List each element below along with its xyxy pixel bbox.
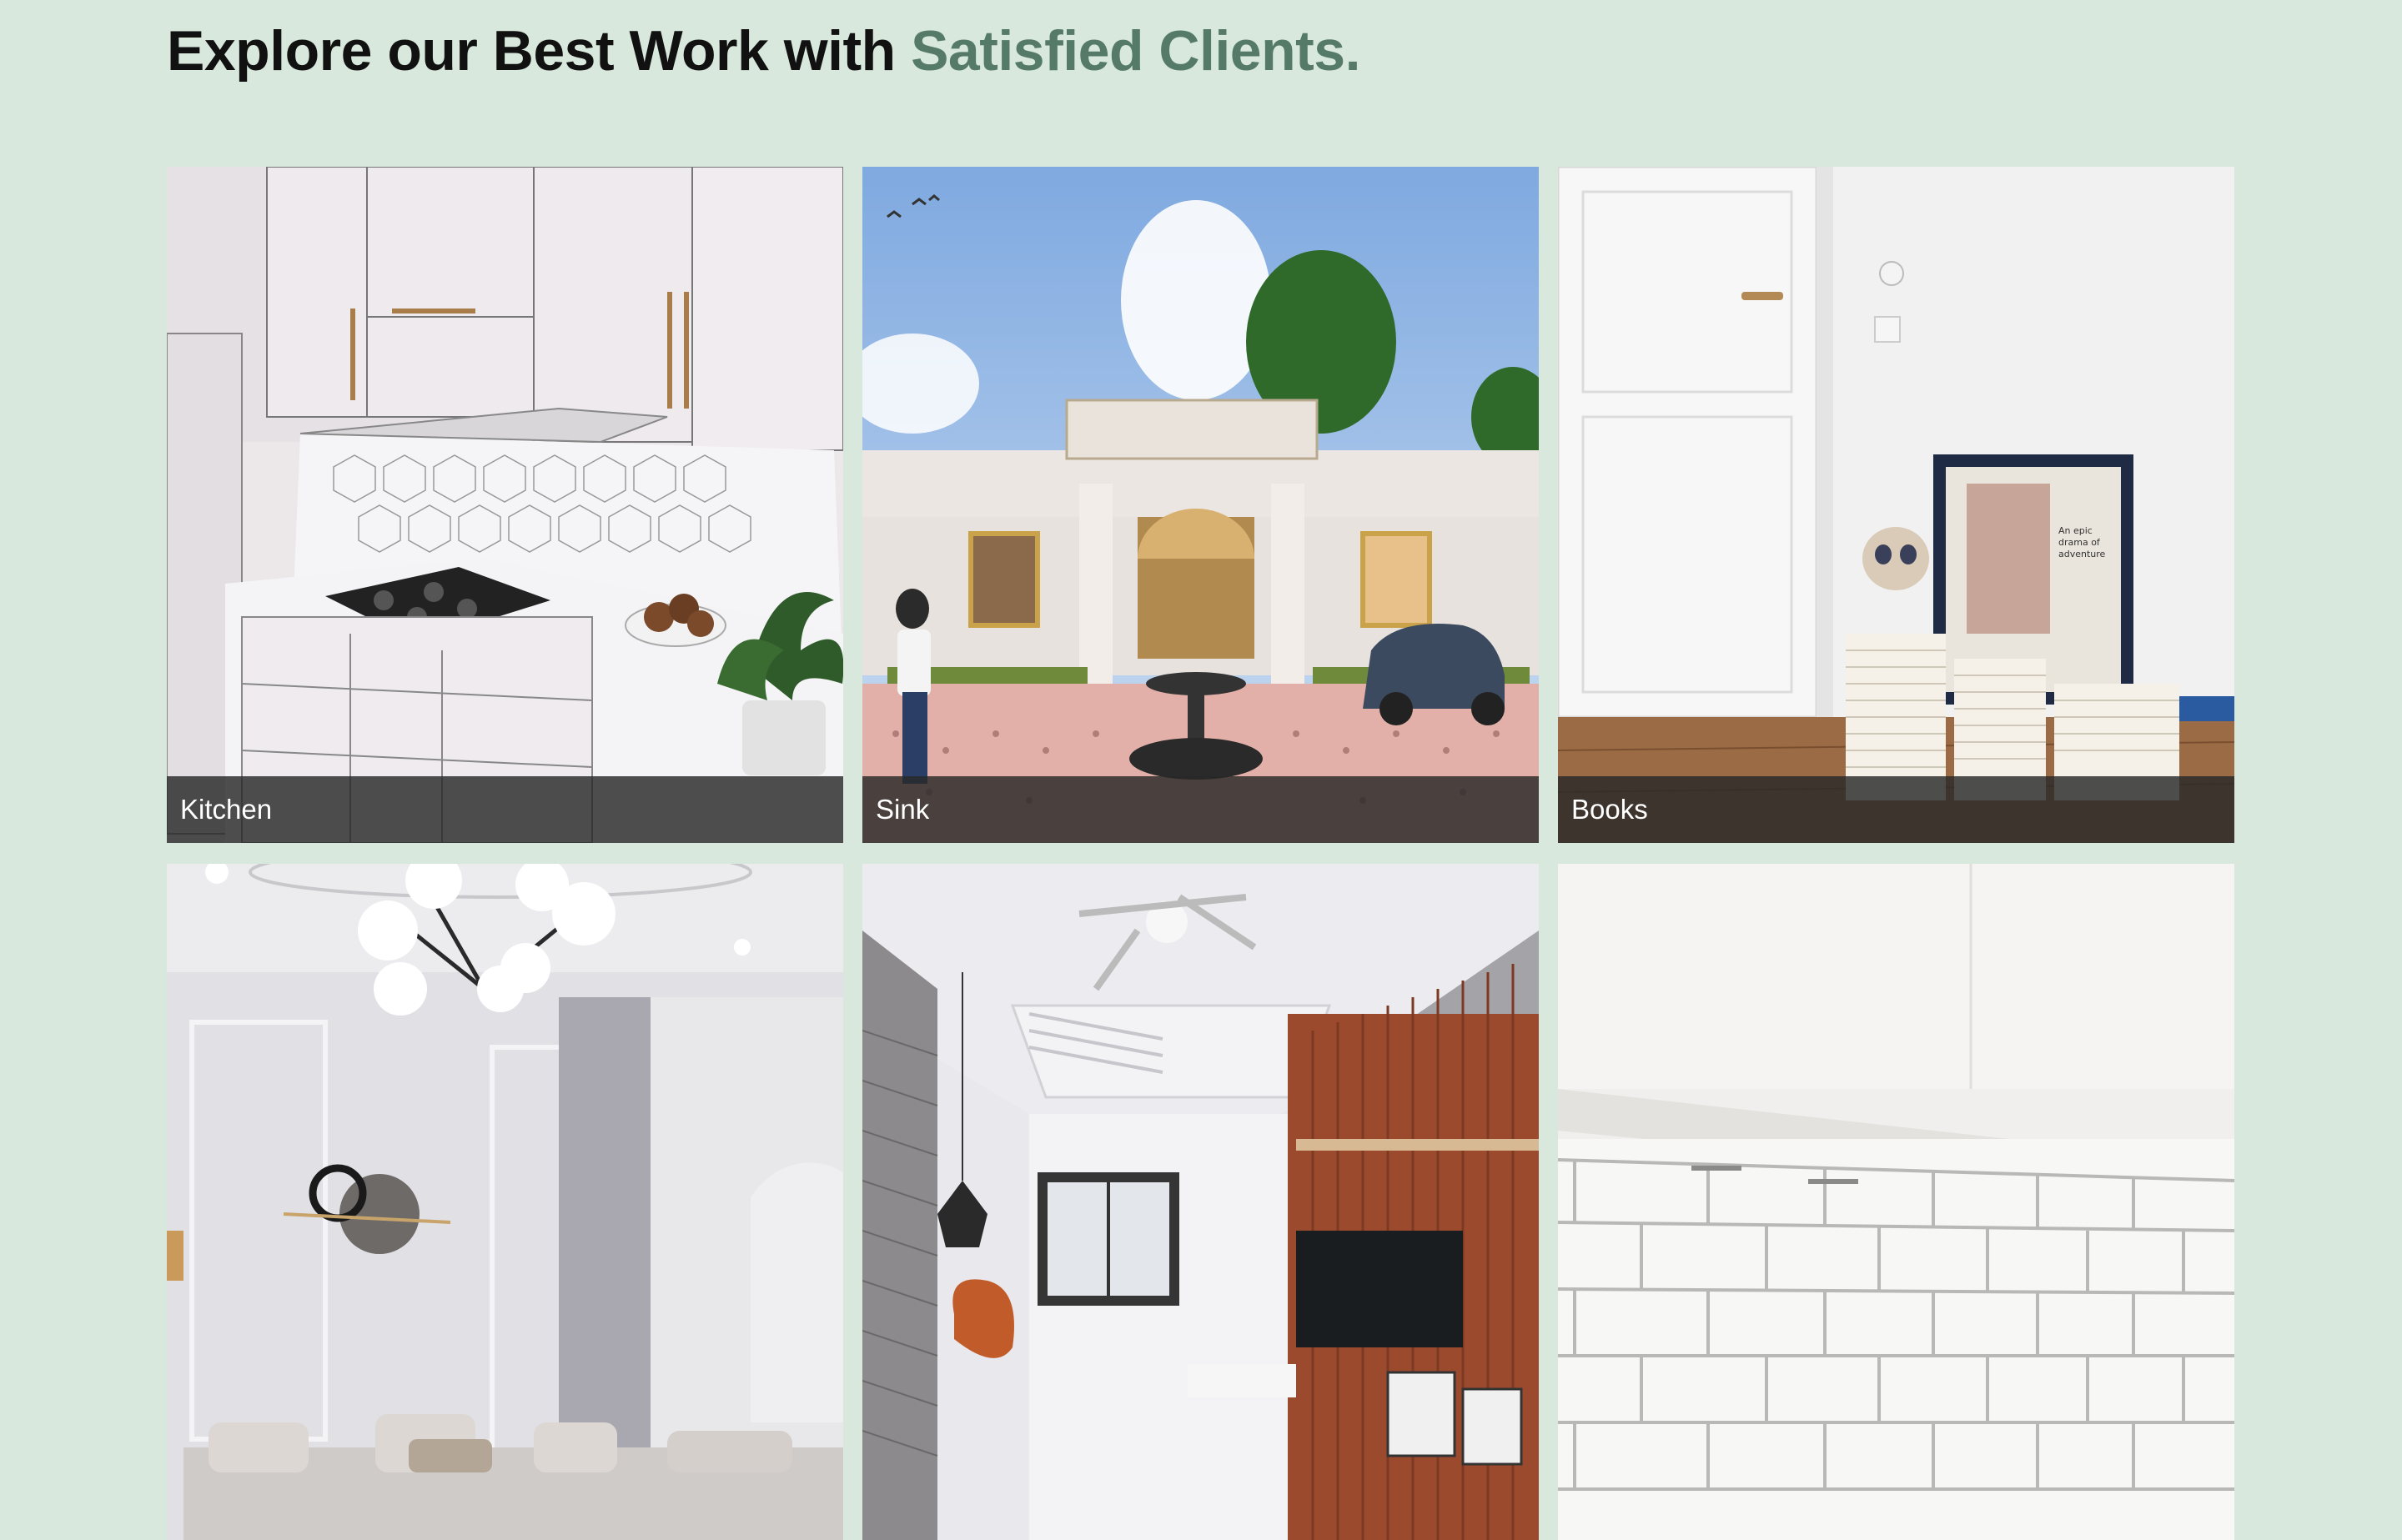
tile-caption: Kitchen (167, 776, 843, 843)
living-room-chandelier-image (167, 864, 843, 1540)
tile-caption: Sink (862, 776, 1539, 843)
tile-caption: Books (1558, 776, 2234, 843)
gallery-tile-backsplash[interactable] (1558, 864, 2234, 1540)
svg-text:An epic: An epic (2058, 525, 2093, 536)
page-title-accent: Satisfied Clients. (911, 19, 1360, 83)
project-gallery: Kitchen Sink An epic drama of adventure … (167, 167, 2235, 1540)
gallery-tile-living-room[interactable] (167, 864, 843, 1540)
svg-text:adventure: adventure (2058, 549, 2106, 559)
page-title-lead: Explore our Best Work with (167, 19, 912, 83)
gallery-tile-books[interactable]: An epic drama of adventure Books (1558, 167, 2234, 843)
bedroom-brick-wall-image (862, 864, 1539, 1540)
svg-text:drama of: drama of (2058, 537, 2101, 548)
books-by-door-image: An epic drama of adventure (1558, 167, 2234, 843)
white-tile-backsplash-image (1558, 864, 2234, 1540)
kitchen-render-image (167, 167, 843, 843)
gallery-tile-kitchen[interactable]: Kitchen (167, 167, 843, 843)
gallery-tile-sink[interactable]: Sink (862, 167, 1539, 843)
gallery-tile-bedroom[interactable] (862, 864, 1539, 1540)
villa-exterior-image (862, 167, 1539, 843)
page-title: Explore our Best Work with Satisfied Cli… (167, 18, 1360, 83)
